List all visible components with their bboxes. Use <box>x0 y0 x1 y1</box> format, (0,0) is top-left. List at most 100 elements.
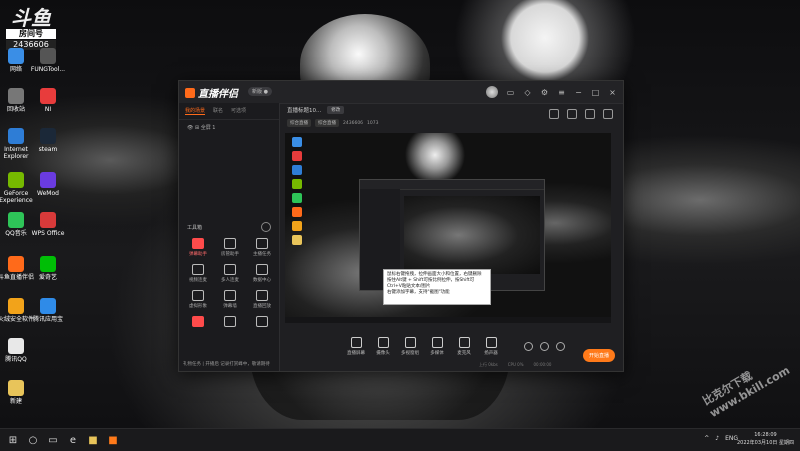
tab-options[interactable]: 可选项 <box>231 107 246 115</box>
source-control-label: 多视窗组 <box>401 351 419 356</box>
settings-icon[interactable]: ⚙ <box>540 88 549 97</box>
tool-icon <box>224 238 236 249</box>
source-control-button[interactable]: 摄像头 <box>370 337 396 356</box>
clock-time: 16:28:09 <box>754 432 777 438</box>
share-icon[interactable] <box>603 109 613 119</box>
desktop-icon[interactable]: 新建 <box>0 380 36 405</box>
app-logo: 直播伴侣 <box>185 85 238 100</box>
desktop-icon[interactable]: WPS Office <box>28 212 68 237</box>
camera-icon[interactable] <box>524 342 533 351</box>
tool-icon <box>256 316 268 327</box>
source-control-button[interactable]: 多媒体 <box>424 337 450 356</box>
category-tag[interactable]: 综合直播 <box>287 119 311 127</box>
source-control-button[interactable]: 扬声器 <box>478 337 504 356</box>
clock[interactable]: 16:28:09 2022年03月10日 星期四 <box>737 431 794 447</box>
app-icon <box>40 172 56 188</box>
edge-icon[interactable]: e <box>66 433 80 447</box>
desktop-icon-label: Internet Explorer <box>3 146 29 160</box>
tools-more-icon[interactable] <box>261 222 271 232</box>
file-explorer-icon[interactable]: ■ <box>86 433 100 447</box>
follower-count: 1073 <box>367 120 379 126</box>
desktop-icon[interactable]: 腾讯应用宝 <box>28 298 68 323</box>
title-bar-icons: ▭ ◇ ⚙ ≡ − □ × <box>486 86 617 98</box>
app-icon <box>8 48 24 64</box>
tool-item[interactable]: 房管助手 <box>217 238 243 257</box>
source-control-icon <box>485 337 497 348</box>
scene-item[interactable]: 👁 ⊞ 全屏 1 <box>179 120 279 135</box>
tab-collab[interactable]: 联名 <box>213 107 223 115</box>
volume-icon[interactable]: ♪ <box>715 435 719 442</box>
source-control-button[interactable]: 直播屏幕 <box>343 337 369 356</box>
tool-item[interactable] <box>249 316 275 329</box>
tool-item[interactable]: 虚拟形象 <box>185 290 211 309</box>
source-control-label: 摄像头 <box>376 351 390 356</box>
left-tabs: 我的场景 联名 可选项 <box>179 103 279 120</box>
desktop-icon-label: steam <box>38 146 58 153</box>
tool-icon <box>224 316 236 327</box>
home-icon[interactable] <box>549 109 559 119</box>
desktop-icon[interactable]: NI <box>28 88 68 113</box>
tool-item[interactable]: 数据中心 <box>249 264 275 283</box>
tool-icon <box>256 264 268 275</box>
source-control-icon <box>458 337 470 348</box>
tool-item[interactable] <box>185 316 211 329</box>
app-icon <box>8 256 24 272</box>
source-controls: 直播屏幕 摄像头 多视窗组 多媒体 麦克风 扬声器 <box>279 337 623 359</box>
source-control-label: 多媒体 <box>430 351 444 356</box>
desktop-icon[interactable]: WeMod <box>28 172 68 197</box>
app-logo-icon <box>185 88 195 98</box>
tool-label: 主播任务 <box>253 252 271 257</box>
tab-my-scenes[interactable]: 我的场景 <box>185 107 206 115</box>
chevron-up-icon[interactable]: ^ <box>704 435 709 442</box>
app-title: 直播伴侣 <box>198 89 238 100</box>
desktop-icon-label: 回收站 <box>6 106 25 113</box>
tool-item[interactable]: 主播任务 <box>249 238 275 257</box>
app-icon <box>40 298 56 314</box>
gift-icon[interactable]: ◇ <box>523 88 532 97</box>
category-tag-2[interactable]: 综合直播 <box>315 119 339 127</box>
app-icon <box>8 338 24 354</box>
tool-item[interactable]: 直播回放 <box>249 290 275 309</box>
preview-desktop-icons <box>287 137 307 249</box>
tool-icon <box>224 264 236 275</box>
source-control-button[interactable]: 多视窗组 <box>397 337 423 356</box>
start-icon[interactable]: ⊞ <box>6 433 20 447</box>
source-control-label: 扬声器 <box>484 351 498 356</box>
desktop-icon[interactable]: FUNGTool... <box>28 48 68 73</box>
settings-small-icon[interactable] <box>556 342 565 351</box>
desktop-icon-label: WPS Office <box>31 230 65 237</box>
message-icon[interactable]: ▭ <box>506 88 515 97</box>
tool-label: 弹幕墙 <box>223 304 237 309</box>
tool-item[interactable]: 弹幕助手 <box>185 238 211 257</box>
eye-icon[interactable] <box>540 342 549 351</box>
tool-item[interactable]: 弹幕墙 <box>217 290 243 309</box>
desktop-icon[interactable]: 腾讯QQ <box>0 338 36 363</box>
douyu-app-taskbar-icon[interactable]: ■ <box>106 433 120 447</box>
app-icon <box>40 128 56 144</box>
tool-item[interactable]: 视频连麦 <box>185 264 211 283</box>
tool-item[interactable]: 多人连麦 <box>217 264 243 283</box>
version-badge[interactable]: 新版 ● <box>248 87 272 96</box>
start-live-button[interactable]: 开始直播 <box>582 349 615 362</box>
desktop-icon[interactable]: steam <box>28 128 68 153</box>
maximize-icon[interactable]: □ <box>591 88 600 97</box>
chat-icon[interactable] <box>567 109 577 119</box>
desktop-icon[interactable]: 爱奇艺 <box>28 256 68 281</box>
tool-item[interactable] <box>217 316 243 329</box>
gear-icon[interactable] <box>585 109 595 119</box>
task-view-icon[interactable]: ▭ <box>46 433 60 447</box>
close-icon[interactable]: × <box>608 88 617 97</box>
app-icon <box>40 48 56 64</box>
user-avatar[interactable] <box>486 86 498 98</box>
tool-label: 虚拟形象 <box>189 304 207 309</box>
stream-title[interactable]: 直播标题10... <box>287 106 321 114</box>
search-icon[interactable]: ○ <box>26 433 40 447</box>
minimize-icon[interactable]: − <box>574 88 583 97</box>
menu-icon[interactable]: ≡ <box>557 88 566 97</box>
tool-icon <box>224 290 236 301</box>
preview-taskbar <box>285 317 611 323</box>
source-control-button[interactable]: 麦克风 <box>451 337 477 356</box>
live-timer: 00:00:00 <box>533 362 552 367</box>
edit-button[interactable]: 修改 <box>327 106 345 114</box>
desktop-icon-label: WeMod <box>37 190 59 197</box>
